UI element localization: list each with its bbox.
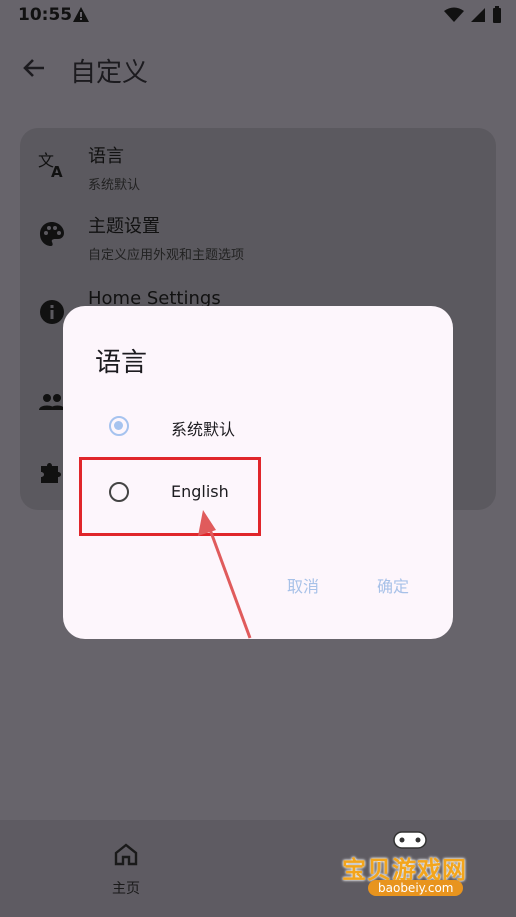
watermark-logo: 宝贝游戏网 baobeiy.com (338, 831, 488, 912)
gamepad-icon (393, 831, 427, 849)
annotation-arrow (198, 510, 252, 639)
watermark-url: baobeiy.com (368, 880, 464, 896)
